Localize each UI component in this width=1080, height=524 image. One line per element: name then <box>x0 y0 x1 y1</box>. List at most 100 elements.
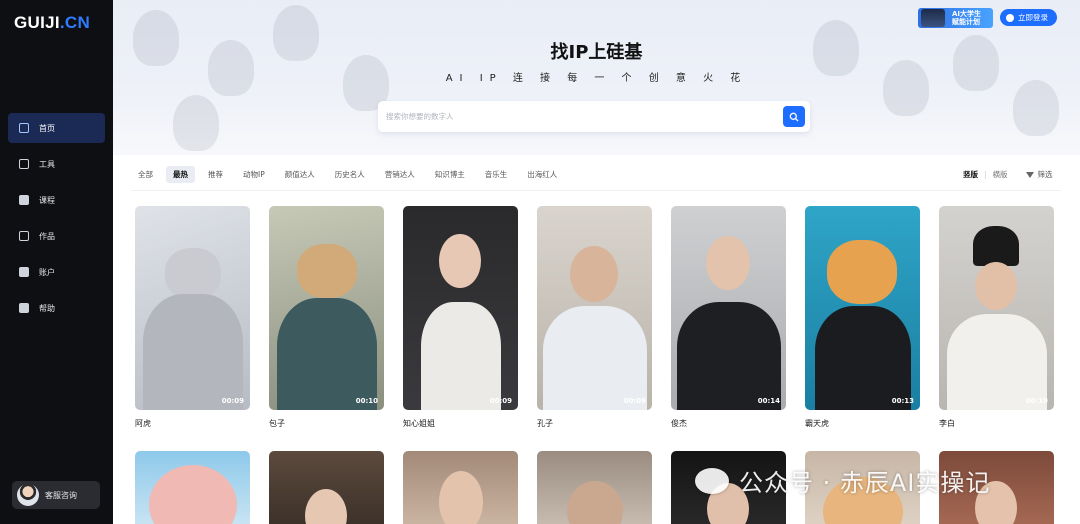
filter-button[interactable]: 筛选 <box>1025 169 1053 180</box>
filter-animal-ip[interactable]: 动物IP <box>236 166 272 183</box>
card-figure-body <box>815 306 911 410</box>
sidebar-item-works[interactable]: 作品 <box>8 221 105 251</box>
filter-marketing[interactable]: 营销达人 <box>378 166 422 183</box>
book-icon <box>19 195 29 205</box>
card-name: 阿虎 <box>135 419 151 428</box>
filter-overseas[interactable]: 出海红人 <box>520 166 564 183</box>
main-content: 找IP上硅基 AI IP 连 接 每 一 个 创 意 火 花 AI大学生赋能计划… <box>113 0 1080 524</box>
card-figure <box>165 248 221 300</box>
sidebar-item-label: 账户 <box>39 267 55 277</box>
duration-label: 00:19 <box>1025 397 1048 405</box>
sidebar: GUIJI.CN 首页 工具 课程 作品 账户 帮助 客服咨询 <box>0 0 113 524</box>
card-figure <box>570 246 618 302</box>
card-figure <box>567 481 623 524</box>
sidebar-nav: 首页 工具 课程 作品 账户 帮助 <box>8 113 105 329</box>
duration-label: 00:09 <box>489 397 512 405</box>
sidebar-item-tools[interactable]: 工具 <box>8 149 105 179</box>
avatar-card[interactable] <box>403 451 518 524</box>
card-figure <box>149 465 237 524</box>
customer-service-button[interactable]: 客服咨询 <box>12 481 100 509</box>
category-filters: 全部 最热 推荐 动物IP 颜值达人 历史名人 营销达人 知识博主 音乐生 出海… <box>131 166 570 183</box>
card-name: 孔子 <box>537 419 553 428</box>
card-figure-body <box>677 302 781 410</box>
card-figure-body <box>277 298 377 410</box>
duration-label: 00:09 <box>623 397 646 405</box>
logo-domain: .CN <box>59 13 91 32</box>
filter-hot[interactable]: 最热 <box>166 166 195 183</box>
card-figure-body <box>543 306 647 410</box>
avatar-card[interactable]: 00:09 <box>403 206 518 410</box>
logo-text: GUIJI <box>14 13 60 32</box>
divider <box>131 190 1061 191</box>
duration-label: 00:10 <box>355 397 378 405</box>
card-name: 包子 <box>269 419 285 428</box>
card-figure-body <box>143 294 243 410</box>
login-button[interactable]: 立即登录 <box>1000 9 1057 26</box>
card-figure <box>305 489 347 524</box>
avatar-card[interactable]: 00:09 <box>537 206 652 410</box>
mascot-icon <box>921 9 945 27</box>
sidebar-item-help[interactable]: 帮助 <box>8 293 105 323</box>
hero-title: 找IP上硅基 <box>550 42 643 63</box>
view-divider: | <box>984 170 987 179</box>
filter-music[interactable]: 音乐生 <box>478 166 515 183</box>
search-button[interactable] <box>783 106 805 127</box>
card-figure <box>706 236 750 290</box>
avatar-card[interactable] <box>537 451 652 524</box>
card-figure <box>439 471 483 524</box>
duration-label: 00:13 <box>891 397 914 405</box>
funnel-icon <box>1025 171 1034 178</box>
watermark-text: 公众号 · 赤辰AI实操记 <box>739 469 991 497</box>
search-icon <box>789 112 799 121</box>
sidebar-item-courses[interactable]: 课程 <box>8 185 105 215</box>
card-figure <box>297 244 357 298</box>
search-input[interactable] <box>386 108 766 125</box>
filter-looks[interactable]: 颜值达人 <box>278 166 322 183</box>
search-bar <box>378 101 810 132</box>
hero-subtitle: AI IP 连 接 每 一 个 创 意 火 花 <box>445 73 748 84</box>
avatar-card[interactable] <box>269 451 384 524</box>
avatar-card[interactable]: 00:14 <box>671 206 786 410</box>
badge-line1: AI大学生 <box>952 10 982 18</box>
filter-all[interactable]: 全部 <box>131 166 160 183</box>
works-icon <box>19 231 29 241</box>
login-label: 立即登录 <box>1018 13 1048 22</box>
card-figure <box>975 262 1017 310</box>
sidebar-item-label: 首页 <box>39 123 55 133</box>
wechat-watermark: 公众号 · 赤辰AI实操记 <box>695 463 990 498</box>
sidebar-item-label: 课程 <box>39 195 55 205</box>
card-figure-body <box>421 302 501 410</box>
filter-historical[interactable]: 历史名人 <box>328 166 372 183</box>
sidebar-item-label: 工具 <box>39 159 55 169</box>
avatar-card[interactable]: 00:10 <box>269 206 384 410</box>
service-avatar <box>17 484 39 506</box>
badge-line2: 赋能计划 <box>952 18 980 26</box>
account-icon <box>19 267 29 277</box>
ai-student-program-badge[interactable]: AI大学生 赋能计划 <box>918 8 993 28</box>
card-name: 俊杰 <box>671 419 687 428</box>
filter-label: 筛选 <box>1037 170 1053 179</box>
tools-icon <box>19 159 29 169</box>
duration-label: 00:09 <box>221 397 244 405</box>
service-label: 客服咨询 <box>45 490 77 500</box>
logo[interactable]: GUIJI.CN <box>14 13 90 33</box>
filter-recommend[interactable]: 推荐 <box>201 166 230 183</box>
card-name: 李白 <box>939 419 955 428</box>
duration-label: 00:14 <box>757 397 780 405</box>
card-figure <box>439 234 481 288</box>
sidebar-item-home[interactable]: 首页 <box>8 113 105 143</box>
avatar-card[interactable] <box>135 451 250 524</box>
avatar-card[interactable]: 00:19 <box>939 206 1054 410</box>
view-horizontal[interactable]: 横版 <box>993 169 1008 180</box>
user-icon <box>1006 13 1014 22</box>
avatar-card[interactable]: 00:09 <box>135 206 250 410</box>
home-icon <box>19 123 29 133</box>
card-name: 知心姐姐 <box>403 419 435 428</box>
help-icon <box>19 303 29 313</box>
filter-knowledge[interactable]: 知识博主 <box>428 166 472 183</box>
sidebar-item-account[interactable]: 账户 <box>8 257 105 287</box>
wechat-icon <box>695 467 729 494</box>
view-toggle: 竖版 | 横版 筛选 <box>963 169 1053 180</box>
avatar-card[interactable]: 00:13 <box>805 206 920 410</box>
view-vertical[interactable]: 竖版 <box>963 169 978 180</box>
